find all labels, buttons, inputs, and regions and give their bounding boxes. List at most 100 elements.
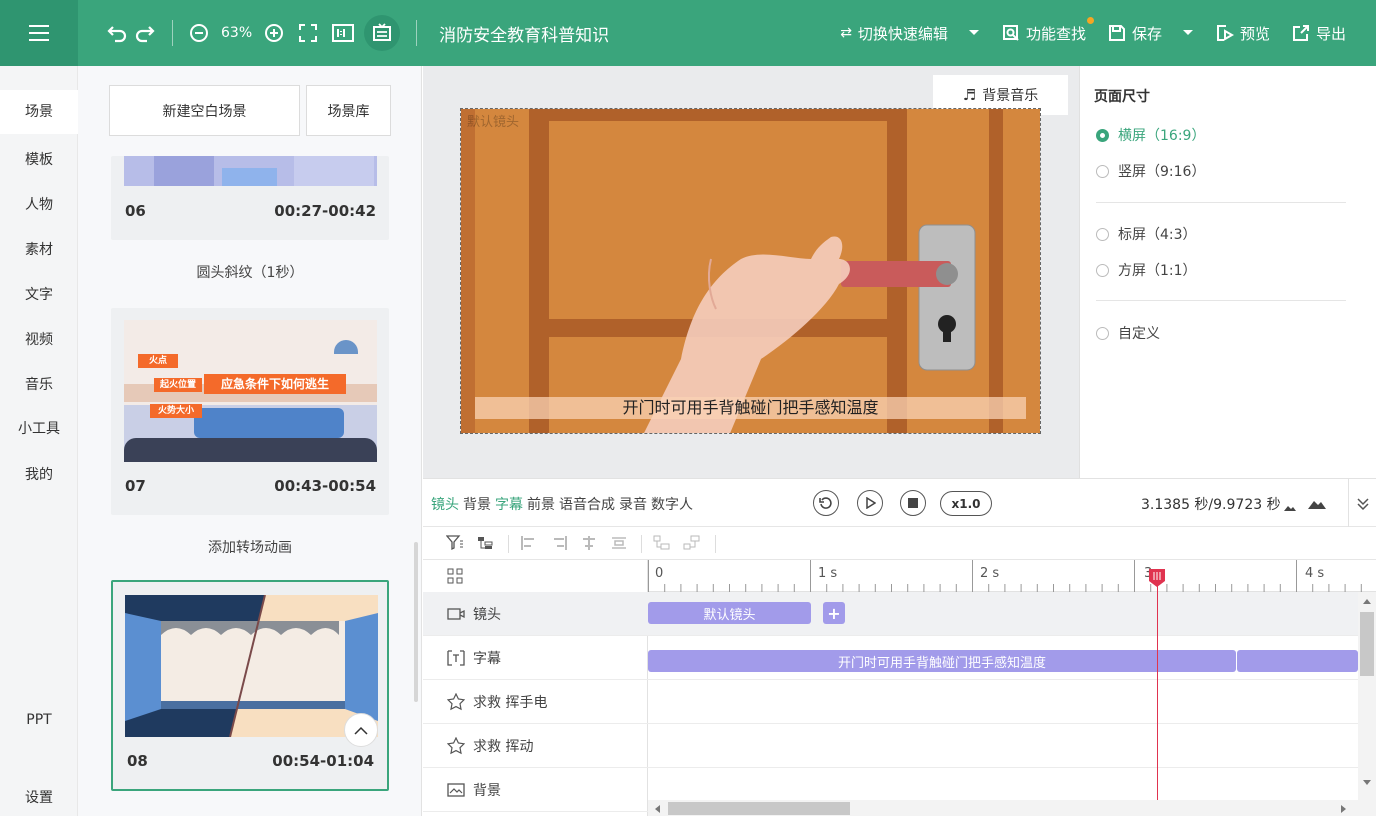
scene-card-07[interactable]: 火点 起火位置 应急条件下如何逃生 火势大小 07 00:43-00:54 (111, 308, 389, 515)
scroll-up-button[interactable] (344, 713, 378, 747)
radio-standard[interactable]: 标屏（4:3） (1096, 224, 1197, 244)
tab-background[interactable]: 背景 (463, 494, 491, 514)
zoom-in-timeline-icon[interactable] (1307, 495, 1327, 514)
tab-digital-human[interactable]: 数字人 (651, 494, 693, 514)
save-button[interactable]: 保存 (1108, 23, 1162, 44)
export-button[interactable]: 导出 (1292, 23, 1346, 44)
top-toolbar: 63% 消防安全教育科普知识 ⇄ 切换快速编辑 功能查找 保存 预览 导出 (0, 0, 1376, 66)
nav-character[interactable]: 人物 (0, 194, 78, 214)
track-camera[interactable]: 镜头 (423, 592, 648, 636)
collapse-timeline-button[interactable] (1348, 479, 1376, 528)
tab-foreground[interactable]: 前景 (527, 494, 555, 514)
undo-icon[interactable] (106, 17, 128, 49)
radio-label: 自定义 (1118, 326, 1160, 342)
transition-label[interactable]: 圆头斜纹（1秒） (78, 262, 421, 282)
track-background[interactable]: 背景 (423, 768, 648, 812)
nav-ppt[interactable]: PPT (0, 712, 78, 728)
align-right-icon[interactable] (550, 535, 568, 551)
redo-icon[interactable] (134, 17, 156, 49)
radio-portrait[interactable]: 竖屏（9:16） (1096, 161, 1205, 181)
nav-scene[interactable]: 场景 (0, 90, 78, 134)
scene-library-button[interactable]: 场景库 (306, 85, 391, 136)
zoom-out-icon[interactable] (189, 17, 209, 49)
double-chevron-down-icon (1356, 497, 1369, 510)
add-transition-button[interactable]: 添加转场动画 (78, 537, 421, 557)
nav-template[interactable]: 模板 (0, 149, 78, 169)
fullscreen-icon[interactable] (298, 17, 318, 49)
actual-size-icon[interactable] (332, 17, 355, 49)
radio-icon (1096, 164, 1109, 178)
horizontal-scrollbar[interactable] (648, 800, 1358, 816)
speed-button[interactable]: x1.0 (940, 491, 992, 516)
time-ruler[interactable]: 0 1 s 2 s 3 4 s (648, 560, 1376, 592)
radio-custom[interactable]: 自定义 (1096, 323, 1160, 343)
nav-tools[interactable]: 小工具 (0, 418, 78, 438)
play-button[interactable] (857, 490, 883, 516)
radio-square[interactable]: 方屏（1:1） (1096, 260, 1197, 280)
grid-icon[interactable] (447, 568, 463, 588)
preview-button[interactable]: 预览 (1216, 23, 1270, 44)
radio-icon (1096, 227, 1109, 241)
music-note-icon: ♬ (962, 86, 977, 104)
nav-video[interactable]: 视频 (0, 329, 78, 349)
subtitle-clip-next[interactable] (1237, 650, 1358, 672)
menu-icon[interactable] (0, 0, 78, 66)
scene-number: 07 (125, 477, 146, 495)
distribute-icon[interactable] (610, 535, 628, 551)
camera-clip[interactable]: 默认镜头 (648, 602, 811, 624)
save-dropdown[interactable] (1182, 29, 1194, 37)
radio-label: 标屏（4:3） (1118, 227, 1197, 243)
nav-text[interactable]: 文字 (0, 284, 78, 304)
thumb-tag: 起火位置 (154, 378, 202, 392)
document-title[interactable]: 消防安全教育科普知识 (439, 21, 609, 46)
subtitle-clip[interactable]: 开门时可用手背触碰门把手感知温度 (648, 650, 1236, 672)
filter-icon[interactable] (446, 535, 464, 551)
add-camera-button[interactable]: + (823, 602, 845, 624)
save-label: 保存 (1131, 24, 1162, 43)
layer-icon[interactable] (476, 535, 494, 551)
feature-search-button[interactable]: 功能查找 (1002, 16, 1094, 44)
replay-button[interactable] (813, 490, 839, 516)
notification-dot (1086, 16, 1094, 24)
nav-mine[interactable]: 我的 (0, 464, 78, 484)
caret-down-icon (968, 30, 979, 35)
stop-button[interactable] (900, 490, 926, 516)
tab-subtitle[interactable]: 字幕 (495, 494, 523, 514)
stage-canvas[interactable]: 默认镜头 开门时可用手背触碰门把手感知温度 (460, 108, 1041, 434)
scene-card-08[interactable]: 08 00:54-01:04 (111, 580, 389, 791)
ungroup-icon[interactable] (683, 535, 701, 551)
track-character-1[interactable]: 求救 挥手电 (423, 680, 648, 724)
zoom-out-timeline-icon[interactable] (1283, 497, 1297, 516)
switch-quick-edit-button[interactable]: ⇄ 切换快速编辑 (840, 23, 948, 44)
group-icon[interactable] (653, 535, 671, 551)
playhead-handle[interactable] (1148, 568, 1166, 592)
track-label: 背景 (473, 782, 501, 799)
align-left-icon[interactable] (520, 535, 538, 551)
scene-card-06[interactable]: 06 00:27-00:42 (111, 156, 389, 240)
switch-edit-dropdown[interactable] (968, 29, 980, 37)
track-character-2[interactable]: 求救 挥动 (423, 724, 648, 768)
playhead[interactable] (1157, 570, 1158, 802)
vertical-scrollbar[interactable] (1358, 592, 1376, 816)
align-center-icon[interactable] (580, 535, 598, 551)
nav-settings[interactable]: 设置 (0, 787, 78, 807)
stop-icon (908, 498, 918, 508)
scene-number: 06 (125, 202, 146, 220)
tab-tts[interactable]: 语音合成 (559, 494, 615, 514)
radio-label: 方屏（1:1） (1118, 263, 1197, 279)
export-label: 导出 (1315, 24, 1346, 43)
zoom-in-icon[interactable] (264, 17, 284, 49)
nav-music[interactable]: 音乐 (0, 374, 78, 394)
nav-material[interactable]: 素材 (0, 239, 78, 259)
new-blank-scene-button[interactable]: 新建空白场景 (109, 85, 300, 136)
feature-search-label: 功能查找 (1025, 24, 1086, 43)
search-doc-icon (1002, 25, 1019, 41)
subtitle-text[interactable]: 开门时可用手背触碰门把手感知温度 (475, 397, 1026, 419)
tab-camera[interactable]: 镜头 (431, 494, 459, 514)
track-subtitle[interactable]: 字幕 (423, 636, 648, 680)
radio-landscape[interactable]: 横屏（16:9） (1096, 125, 1205, 145)
panel-scrollbar[interactable] (414, 542, 418, 702)
subtitle-mode-icon[interactable] (364, 15, 401, 51)
time-readout: 3.1385 秒/9.9723 秒 (1141, 497, 1281, 513)
tab-recording[interactable]: 录音 (619, 494, 647, 514)
